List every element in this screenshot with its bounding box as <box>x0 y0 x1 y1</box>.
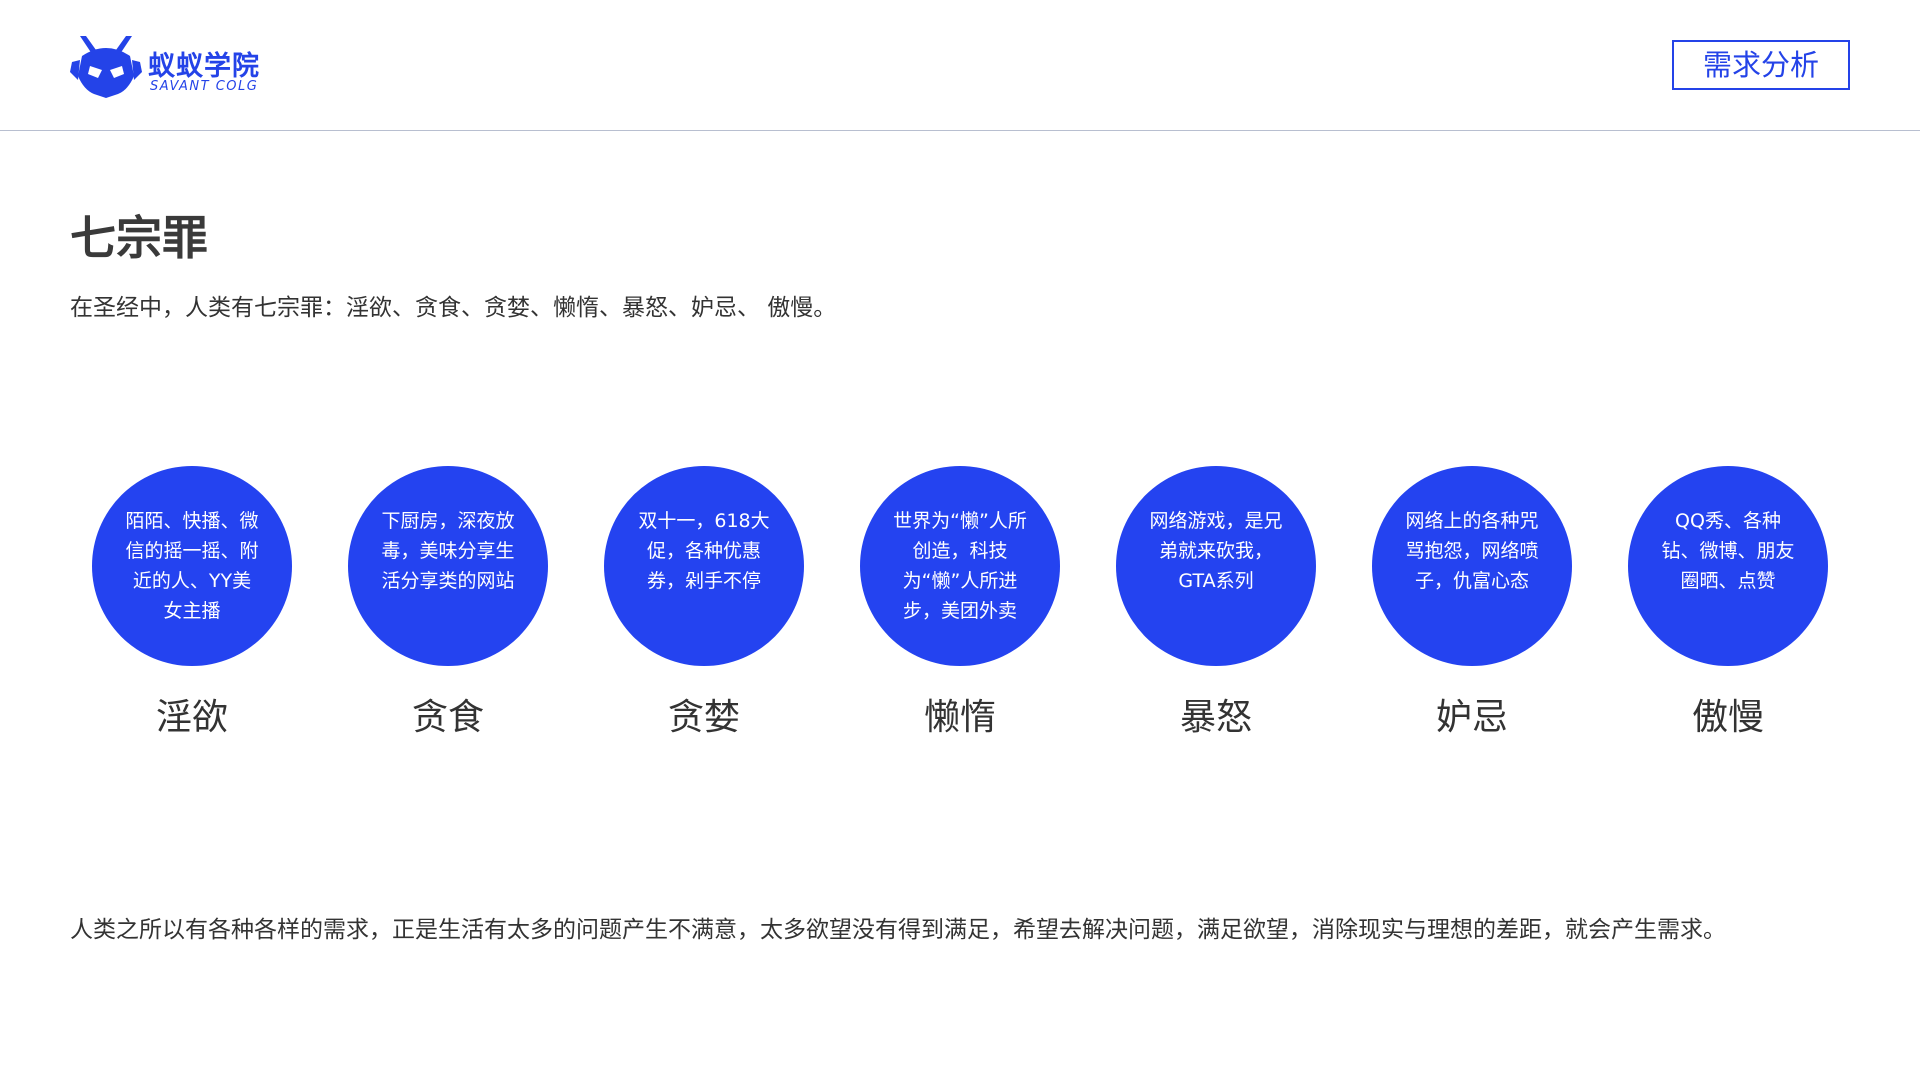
sin-card-envy: 网络上的各种咒骂抱怨，网络喷子，仇富心态 妒忌 <box>1372 466 1572 746</box>
logo-chinese-text: 蚁蚁学院 <box>148 51 260 82</box>
sin-card-gluttony: 下厨房，深夜放毒，美味分享生活分享类的网站 贪食 <box>348 466 548 746</box>
conclusion-text: 人类之所以有各种各样的需求，正是生活有太多的问题产生不满意，太多欲望没有得到满足… <box>70 917 1726 943</box>
sin-circle: 下厨房，深夜放毒，美味分享生活分享类的网站 <box>348 466 548 666</box>
sins-row: 陌陌、快播、微信的摇一摇、附近的人、YY美女主播 淫欲 下厨房，深夜放毒，美味分… <box>0 466 1920 746</box>
sin-circle: QQ秀、各种钻、微博、朋友圈晒、点赞 <box>1628 466 1828 666</box>
page-title: 七宗罪 <box>70 211 208 265</box>
sin-card-greed: 双十一，618大促，各种优惠券，剁手不停 贪婪 <box>604 466 804 746</box>
sin-circle: 网络上的各种咒骂抱怨，网络喷子，仇富心态 <box>1372 466 1572 666</box>
intro-text: 在圣经中，人类有七宗罪：淫欲、贪食、贪婪、懒惰、暴怒、妒忌、 傲慢。 <box>70 295 837 321</box>
sin-circle: 陌陌、快播、微信的摇一摇、附近的人、YY美女主播 <box>92 466 292 666</box>
sin-card-wrath: 网络游戏，是兄弟就来砍我，GTA系列 暴怒 <box>1116 466 1316 746</box>
sin-circle: 网络游戏，是兄弟就来砍我，GTA系列 <box>1116 466 1316 666</box>
section-tag: 需求分析 <box>1672 40 1850 90</box>
sin-label: 妒忌 <box>1435 697 1508 738</box>
sin-card-sloth: 世界为“懒”人所创造，科技为“懒”人所进步，美团外卖 懒惰 <box>860 466 1060 746</box>
sin-card-pride: QQ秀、各种钻、微博、朋友圈晒、点赞 傲慢 <box>1628 466 1828 746</box>
sin-circle: 双十一，618大促，各种优惠券，剁手不停 <box>604 466 804 666</box>
logo-english-text: SAVANT COLG <box>150 79 259 94</box>
sin-circle: 世界为“懒”人所创造，科技为“懒”人所进步，美团外卖 <box>860 466 1060 666</box>
sin-card-lust: 陌陌、快播、微信的摇一摇、附近的人、YY美女主播 淫欲 <box>92 466 292 746</box>
sin-label: 贪婪 <box>667 697 740 738</box>
sin-label: 贪食 <box>411 697 484 738</box>
sin-label: 懒惰 <box>923 697 996 738</box>
logo[interactable]: 蚁蚁学院 SAVANT COLG <box>68 32 288 98</box>
ant-logo-icon <box>70 36 142 98</box>
sin-label: 淫欲 <box>155 697 228 738</box>
sin-label: 暴怒 <box>1179 697 1252 738</box>
sin-label: 傲慢 <box>1691 697 1764 738</box>
header: 蚁蚁学院 SAVANT COLG 需求分析 <box>0 0 1920 131</box>
